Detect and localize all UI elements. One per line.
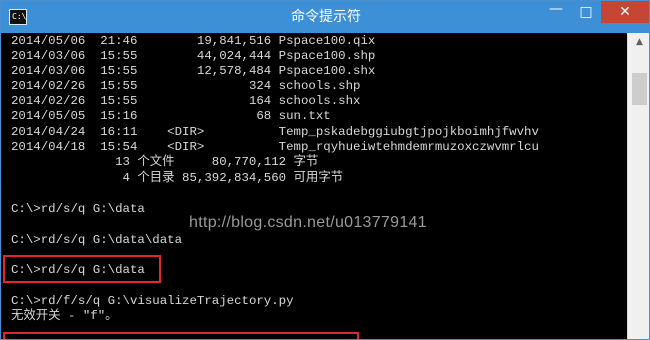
command-prompt-window: C:\ 命令提示符 — □ ✕ 2014/05/06 21:46 19,841,…	[0, 0, 650, 340]
highlight-box	[3, 332, 359, 339]
console-line: 2014/04/18 15:54 <DIR> Temp_rqyhueiwtehm…	[11, 140, 539, 154]
maximize-button[interactable]: □	[571, 1, 601, 23]
console-line: C:\>rd/s/q G:\data	[11, 263, 145, 277]
console-line: C:\>rd/s/q G:\data\data	[11, 233, 183, 247]
console-line: 2014/02/26 15:55 324 schools.shp	[11, 79, 361, 93]
console-line: 2014/04/24 16:11 <DIR> Temp_pskadebggiub…	[11, 125, 539, 139]
console-line: C:\>rd/s/q G:\data	[11, 202, 145, 216]
console-line: 2014/03/06 15:55 12,578,484 Pspace100.sh…	[11, 64, 376, 78]
console-line: 2014/03/06 15:55 44,024,444 Pspace100.sh…	[11, 49, 376, 63]
scroll-thumb[interactable]	[632, 73, 647, 105]
console-line: 2014/05/06 21:46 19,841,516 Pspace100.qi…	[11, 34, 376, 48]
scroll-up-icon[interactable]: ▲	[628, 33, 649, 51]
vertical-scrollbar[interactable]: ▲	[627, 33, 649, 339]
console-line: 2014/05/05 15:16 68 sun.txt	[11, 109, 331, 123]
console-line: 2014/02/26 15:55 164 schools.shx	[11, 94, 361, 108]
console-line: 无效开关 - "f"。	[11, 309, 118, 323]
title-bar[interactable]: C:\ 命令提示符 — □ ✕	[1, 1, 649, 33]
console-line: 4 个目录 85,392,834,560 可用字节	[11, 171, 344, 185]
close-button[interactable]: ✕	[601, 1, 649, 23]
console-line: 13 个文件 80,770,112 字节	[11, 155, 319, 169]
minimize-button[interactable]: —	[541, 1, 571, 23]
cmd-app-icon[interactable]: C:\	[9, 9, 27, 25]
console-line: C:\>rd/f/s/q G:\visualizeTrajectory.py	[11, 294, 294, 308]
blog-watermark: http://blog.csdn.net/u013779141	[189, 214, 427, 231]
console-output[interactable]: 2014/05/06 21:46 19,841,516 Pspace100.qi…	[1, 33, 627, 339]
